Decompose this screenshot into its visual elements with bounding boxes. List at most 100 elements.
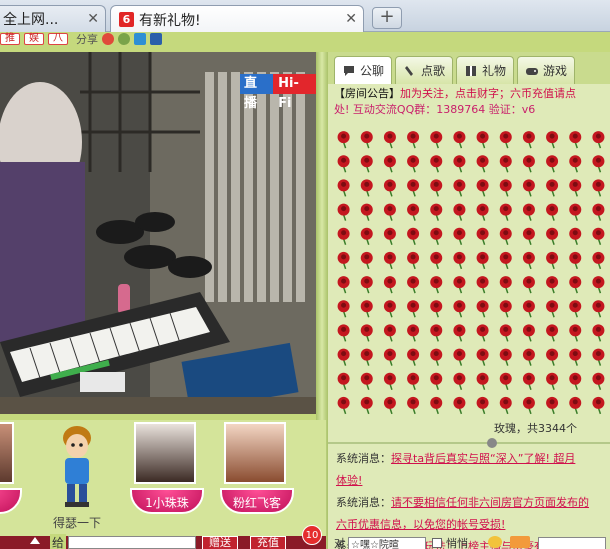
host-avatar[interactable] [0,422,14,484]
rose-icon [546,276,559,294]
rose-icon [360,324,373,342]
qzone-icon[interactable] [134,33,146,45]
tab-gifts[interactable]: 礼物 [456,56,515,84]
browser-window: 全上网... ✕ 6 有新礼物! ✕ + 推 娱 八 分享 直播 Hi-Fi 得… [0,0,610,549]
browser-tab-2[interactable]: 6 有新礼物! ✕ [110,5,364,33]
host-avatar[interactable] [224,422,286,484]
rose-icon [453,227,466,245]
rose-icon [453,348,466,366]
host-name[interactable]: 得瑟一下 [42,514,112,531]
rose-icon [430,203,443,221]
top-pill-3[interactable]: 八 [48,33,68,45]
host-avatar[interactable] [134,422,196,484]
rose-icon [407,348,420,366]
host-item[interactable]: 1小珠珠 [130,422,204,514]
rose-icon [592,131,605,149]
emoji-icon[interactable] [488,536,502,548]
rose-icon [569,155,582,173]
renren-icon[interactable] [118,33,130,45]
browser-tab-1[interactable]: 全上网... ✕ [0,5,106,32]
rose-icon [360,227,373,245]
tab-games[interactable]: 游戏 [517,56,576,84]
host-item[interactable]: 得瑟一下 [42,422,112,531]
live-video[interactable]: 直播 Hi-Fi [0,52,316,414]
rose-icon [430,155,443,173]
host-name[interactable]: 1小珠珠 [130,488,204,514]
rose-icon [522,300,535,318]
top-pill-1[interactable]: 推 [0,33,20,45]
splitter-handle[interactable] [487,438,497,448]
rose-icon [522,155,535,173]
rose-icon [430,300,443,318]
rose-icon [546,300,559,318]
rose-icon [476,372,489,390]
rose-icon [499,179,512,197]
message-link[interactable]: 体验! [336,474,362,487]
rose-icon [522,324,535,342]
rose-icon [383,179,396,197]
chat-target-select[interactable]: ☆嘿☆院暄 [348,537,426,549]
host-item[interactable]: 哥 [0,422,22,514]
message-link[interactable]: 六币优惠信息，以免您的帐号受损! [336,518,505,531]
tab-public-chat[interactable]: 公聊 [334,56,393,84]
rose-icon [383,396,396,415]
arrow-up-icon[interactable] [30,537,40,544]
live-label: 直播 [240,74,274,111]
rose-icon [360,300,373,318]
gift-count-badge: 10 [302,525,322,545]
close-icon[interactable]: ✕ [87,11,99,27]
whisper-checkbox[interactable] [432,538,442,548]
rose-icon [407,131,420,149]
rose-icon [592,251,605,270]
close-icon[interactable]: ✕ [345,11,357,27]
rose-icon [360,251,373,270]
rose-icon [383,276,396,294]
rose-icon [407,179,420,197]
video-frame [0,52,316,414]
browser-tab-2-label: 有新礼物! [139,12,201,29]
host-name[interactable]: 哥 [0,488,22,514]
chat-input[interactable] [538,537,606,549]
new-tab-button[interactable]: + [372,7,402,29]
message-link[interactable]: 探寻ta背后真实与照“深入”了解! 超月 [391,452,575,465]
rose-icon [569,227,582,245]
rose-icon [407,300,420,318]
rose-icon [546,251,559,270]
music-icon [405,65,414,76]
weibo-icon[interactable] [102,33,114,45]
tab-label: 点歌 [421,64,446,78]
rose-icon [546,324,559,342]
send-gift-button[interactable]: 赠送 [202,536,238,549]
host-name[interactable]: 粉红飞客 [220,488,294,514]
recharge-button[interactable]: 充值 [250,536,286,549]
style-icon[interactable] [510,536,530,548]
rose-icon [383,348,396,366]
host-item[interactable]: 粉红飞客 [220,422,294,514]
quality-label[interactable]: Hi-Fi [273,74,316,111]
rose-icon [476,324,489,342]
top-pill-2[interactable]: 娱 [24,33,44,45]
gift-recipient-input[interactable] [68,536,196,549]
share-label: 分享 [76,33,98,46]
rose-icon [383,372,396,390]
rose-icon [522,251,535,270]
rose-icon [546,372,559,390]
tab-strip: 全上网... ✕ 6 有新礼物! ✕ + [0,0,610,33]
notice-header: 【房间公告】 [334,87,400,100]
rose-icon [476,300,489,318]
gamepad-icon [526,67,539,75]
rose-icon [546,396,559,415]
rose-icon [592,300,605,318]
tab-song-request[interactable]: 点歌 [395,56,454,84]
chat-splitter[interactable] [328,442,610,444]
rose-icon [360,372,373,390]
cartoon-avatar-icon[interactable] [57,422,97,508]
rose-icon [522,348,535,366]
rose-icon [476,276,489,294]
tab-label: 礼物 [482,64,507,78]
message-link[interactable]: 请不要相信任何非六间房官方页面发布的 [391,496,589,509]
rose-icon [360,276,373,294]
kaixin-icon[interactable] [150,33,162,45]
notice-line-1[interactable]: 加为关注，点击财字；六币充值请点 [400,87,576,100]
rose-icon [453,372,466,390]
